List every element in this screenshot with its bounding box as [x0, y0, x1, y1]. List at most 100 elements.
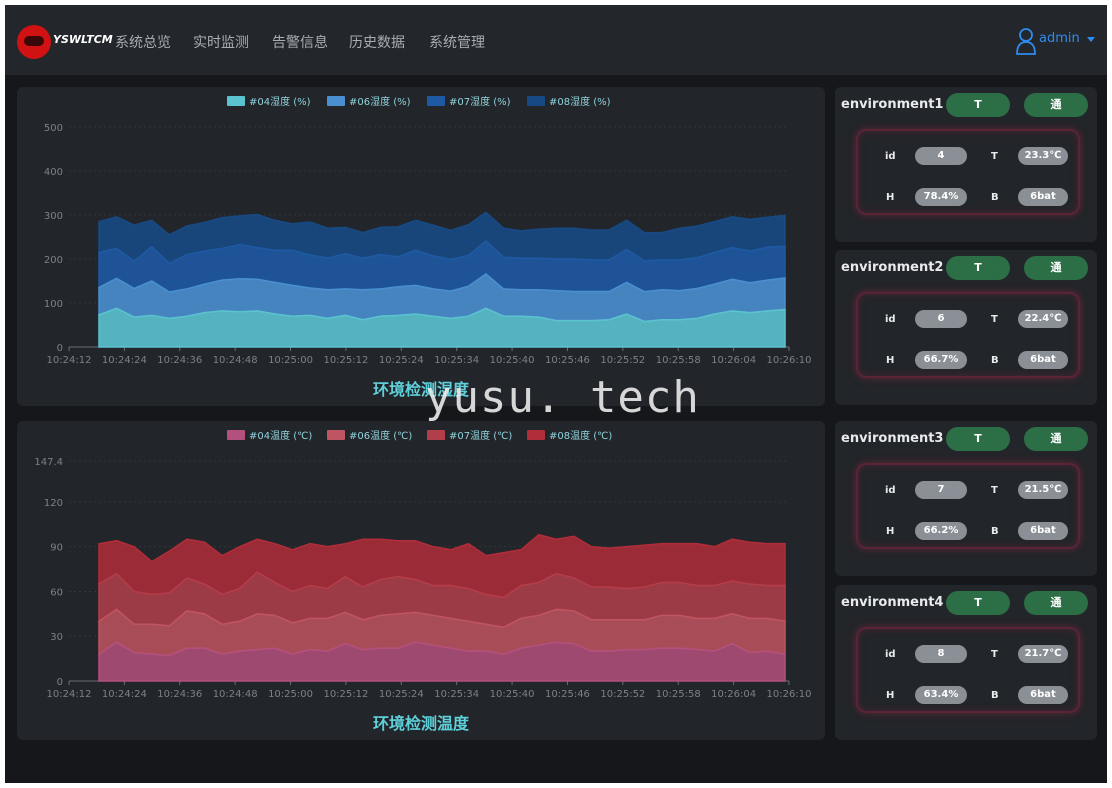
- user-icon: [1016, 28, 1036, 55]
- y-tick-label: 120: [44, 498, 63, 509]
- x-tick-label: 10:24:12: [47, 355, 92, 366]
- user-name[interactable]: admin: [1039, 31, 1080, 46]
- t-label: T: [991, 151, 998, 162]
- legend-swatch: [227, 96, 245, 106]
- b-label: B: [991, 526, 999, 537]
- temperature-chart-panel: 0 30 60 90 120 147.4 10:24:12 10:24:24 10:24:36 1…: [17, 421, 825, 740]
- x-tick-label: 10:25:24: [379, 355, 424, 366]
- x-tick-label: 10:24:48: [213, 689, 258, 700]
- id-value: 6: [915, 310, 967, 328]
- legend-label: #08温度 (℃): [549, 429, 612, 442]
- environment-readings: id 4 T 23.3℃ H 78.4% B 6bat: [856, 129, 1080, 215]
- x-tick-label: 10:26:04: [711, 689, 756, 700]
- x-tick-label: 10:25:40: [490, 355, 535, 366]
- id-label: id: [885, 314, 896, 325]
- environment-title: environment1: [841, 97, 944, 112]
- legend-swatch: [327, 430, 345, 440]
- legend-swatch: [327, 96, 345, 106]
- t-button[interactable]: T: [946, 591, 1010, 615]
- id-label: id: [885, 649, 896, 660]
- y-tick-label: 100: [44, 299, 63, 310]
- top-navbar: YSWLTCM 系统总览 实时监测 告警信息 历史数据 系统管理 admin: [5, 5, 1107, 75]
- y-tick-label: 147.4: [34, 457, 63, 468]
- nav-alarm-info[interactable]: 告警信息: [272, 32, 328, 52]
- x-tick-label: 10:25:34: [434, 689, 479, 700]
- t-button[interactable]: T: [946, 93, 1010, 117]
- y-tick-label: 300: [44, 211, 63, 222]
- y-tick-label: 30: [50, 632, 63, 643]
- legend-swatch: [527, 96, 545, 106]
- t-label: T: [991, 314, 998, 325]
- x-tick-label: 10:25:52: [600, 355, 645, 366]
- x-tick-label: 10:26:10: [767, 689, 812, 700]
- y-tick-label: 90: [50, 543, 63, 554]
- id-value: 8: [915, 645, 967, 663]
- id-label: id: [885, 151, 896, 162]
- battery-value: 6bat: [1018, 686, 1068, 704]
- y-tick-label: 400: [44, 167, 63, 178]
- environment-readings: id 7 T 21.5℃ H 66.2% B 6bat: [856, 463, 1080, 549]
- legend-label: #06温度 (℃): [349, 429, 412, 442]
- environment-title: environment2: [841, 260, 944, 275]
- x-tick-label: 10:24:12: [47, 689, 92, 700]
- y-tick-label: 60: [50, 587, 63, 598]
- chart-title: 环境检测温度: [373, 714, 470, 733]
- environment-card-2: environment2 T 通 id 6 T 22.4℃ H 66.7% B …: [835, 250, 1097, 405]
- temperature-value: 22.4℃: [1018, 310, 1068, 328]
- temperature-chart: 0 30 60 90 120 147.4 10:24:12 10:24:24 10:24:36 1…: [34, 429, 812, 733]
- chevron-down-icon[interactable]: [1087, 37, 1095, 42]
- legend-label: #07温度 (℃): [449, 429, 512, 442]
- x-tick-label: 10:24:48: [213, 355, 258, 366]
- environment-title: environment3: [841, 431, 944, 446]
- environment-readings: id 8 T 21.7℃ H 63.4% B 6bat: [856, 627, 1080, 713]
- humidity-value: 66.2%: [915, 522, 967, 540]
- legend-label: #06湿度 (%): [349, 95, 411, 108]
- nav-history-data[interactable]: 历史数据: [349, 32, 405, 52]
- t-button[interactable]: T: [946, 427, 1010, 451]
- x-tick-label: 10:24:36: [157, 355, 202, 366]
- h-label: H: [886, 192, 895, 203]
- h-label: H: [886, 526, 895, 537]
- y-tick-label: 0: [57, 677, 63, 688]
- x-tick-label: 10:25:52: [600, 689, 645, 700]
- x-tick-label: 10:25:12: [323, 355, 368, 366]
- temperature-value: 21.5℃: [1018, 481, 1068, 499]
- t-label: T: [991, 485, 998, 496]
- h-label: H: [886, 355, 895, 366]
- humidity-value: 78.4%: [915, 188, 967, 206]
- battery-value: 6bat: [1018, 522, 1068, 540]
- watermark: yusu. tech: [425, 372, 700, 423]
- connect-button[interactable]: 通: [1024, 256, 1088, 280]
- connect-button[interactable]: 通: [1024, 427, 1088, 451]
- x-tick-label: 10:25:00: [268, 355, 313, 366]
- x-tick-label: 10:24:36: [157, 689, 202, 700]
- nav-system-management[interactable]: 系统管理: [429, 32, 485, 52]
- x-tick-label: 10:25:12: [323, 689, 368, 700]
- humidity-value: 63.4%: [915, 686, 967, 704]
- environment-card-1: environment1 T 通 id 4 T 23.3℃ H 78.4% B …: [835, 87, 1097, 242]
- legend-swatch: [427, 96, 445, 106]
- humidity-chart-panel: 0 100 200 300 400 500 10:24:12 10:24:24 10:24:36…: [17, 87, 825, 406]
- connect-button[interactable]: 通: [1024, 93, 1088, 117]
- humidity-value: 66.7%: [915, 351, 967, 369]
- b-label: B: [991, 355, 999, 366]
- environment-readings: id 6 T 22.4℃ H 66.7% B 6bat: [856, 292, 1080, 378]
- x-tick-label: 10:24:24: [102, 355, 147, 366]
- environment-card-3: environment3 T 通 id 7 T 21.5℃ H 66.2% B …: [835, 421, 1097, 576]
- t-button[interactable]: T: [946, 256, 1010, 280]
- x-tick-label: 10:25:40: [490, 689, 535, 700]
- x-tick-label: 10:26:04: [711, 355, 756, 366]
- nav-realtime-monitoring[interactable]: 实时监测: [193, 32, 249, 52]
- y-tick-label: 200: [44, 255, 63, 266]
- nav-system-overview[interactable]: 系统总览: [115, 32, 171, 52]
- x-tick-label: 10:25:24: [379, 689, 424, 700]
- connect-button[interactable]: 通: [1024, 591, 1088, 615]
- legend-swatch: [527, 430, 545, 440]
- logo-text: YSWLTCM: [53, 33, 113, 46]
- t-label: T: [991, 649, 998, 660]
- battery-value: 6bat: [1018, 351, 1068, 369]
- x-tick-label: 10:25:58: [656, 689, 701, 700]
- temperature-value: 21.7℃: [1018, 645, 1068, 663]
- x-tick-label: 10:25:00: [268, 689, 313, 700]
- x-tick-label: 10:25:34: [434, 355, 479, 366]
